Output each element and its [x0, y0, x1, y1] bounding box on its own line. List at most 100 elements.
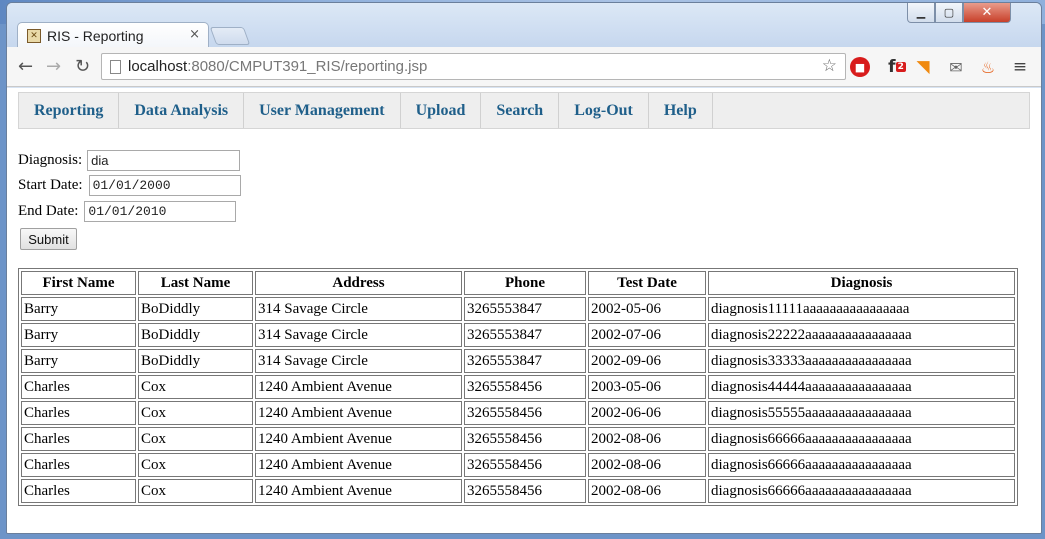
url-text: localhost:8080/CMPUT391_RIS/reporting.js… [128, 58, 428, 75]
cell-diagnosis: diagnosis22222aaaaaaaaaaaaaaaa [708, 323, 1015, 347]
cell-test-date: 2002-08-06 [588, 427, 706, 451]
address-bar[interactable]: localhost:8080/CMPUT391_RIS/reporting.js… [101, 53, 846, 80]
nav-help[interactable]: Help [649, 93, 713, 128]
browser-tab[interactable]: ✕ RIS - Reporting × [17, 22, 209, 48]
table-row: Charles Cox 1240 Ambient Avenue 3265558456 2… [21, 375, 1015, 399]
table-row: Barry BoDiddly 314 Savage Circle 3265553847… [21, 323, 1015, 347]
fire-extension-icon[interactable]: ♨ [977, 56, 999, 78]
table-row: Charles Cox 1240 Ambient Avenue 3265558456 2… [21, 479, 1015, 503]
cell-last-name: Cox [138, 427, 253, 451]
reload-icon[interactable]: ↻ [75, 56, 90, 77]
cell-diagnosis: diagnosis11111aaaaaaaaaaaaaaaa [708, 297, 1015, 321]
table-row: Charles Cox 1240 Ambient Avenue 3265558456 2… [21, 453, 1015, 477]
cell-address: 1240 Ambient Avenue [255, 375, 462, 399]
tab-close-icon[interactable]: × [189, 27, 200, 42]
nav-logout[interactable]: Log-Out [559, 93, 649, 128]
cell-test-date: 2002-05-06 [588, 297, 706, 321]
header-phone: Phone [464, 271, 586, 295]
cell-test-date: 2002-06-06 [588, 401, 706, 425]
maximize-icon: ▢ [943, 6, 955, 19]
bookmark-star-icon[interactable]: ☆ [822, 56, 837, 76]
cell-phone: 3265558456 [464, 453, 586, 477]
rss-icon[interactable]: ◥ [912, 56, 934, 78]
close-icon: ✕ [981, 5, 993, 20]
browser-window: ✕ RIS - Reporting × ▁ ▢ ✕ ← → ↻ localhos… [6, 2, 1042, 534]
cell-phone: 3265553847 [464, 349, 586, 373]
diagnosis-input[interactable] [87, 150, 241, 171]
mail-icon[interactable]: ✉ [945, 56, 967, 78]
start-date-label: Start Date: [18, 177, 83, 193]
cell-phone: 3265558456 [464, 427, 586, 451]
cell-diagnosis: diagnosis66666aaaaaaaaaaaaaaaa [708, 427, 1015, 451]
cell-address: 314 Savage Circle [255, 349, 462, 373]
header-first-name: First Name [21, 271, 136, 295]
cell-last-name: BoDiddly [138, 297, 253, 321]
cell-diagnosis: diagnosis55555aaaaaaaaaaaaaaaa [708, 401, 1015, 425]
cell-first-name: Charles [21, 375, 136, 399]
cell-phone: 3265558456 [464, 375, 586, 399]
header-diagnosis: Diagnosis [708, 271, 1015, 295]
minimize-icon: ▁ [916, 6, 926, 19]
diagnosis-row: Diagnosis: [18, 150, 241, 171]
cell-address: 314 Savage Circle [255, 323, 462, 347]
back-arrow-icon[interactable]: ← [18, 56, 33, 77]
tab-title: RIS - Reporting [47, 27, 144, 44]
browser-toolbar: ← → ↻ localhost:8080/CMPUT391_RIS/report… [7, 47, 1041, 87]
cell-last-name: Cox [138, 479, 253, 503]
cell-last-name: Cox [138, 453, 253, 477]
stop-extension-icon[interactable]: ■ [850, 57, 870, 77]
f2-extension-icon[interactable]: f2 [886, 56, 908, 78]
submit-button[interactable]: Submit [20, 228, 77, 250]
site-nav: Reporting Data Analysis User Management … [18, 92, 1030, 129]
cell-first-name: Barry [21, 323, 136, 347]
browser-menu-icon[interactable]: ≡ [1009, 56, 1031, 78]
header-last-name: Last Name [138, 271, 253, 295]
table-row: Barry BoDiddly 314 Savage Circle 3265553847… [21, 349, 1015, 373]
cell-first-name: Barry [21, 349, 136, 373]
nav-upload[interactable]: Upload [401, 93, 482, 128]
page-content: Reporting Data Analysis User Management … [7, 88, 1041, 533]
nav-user-management[interactable]: User Management [244, 93, 401, 128]
table-row: Charles Cox 1240 Ambient Avenue 3265558456 2… [21, 401, 1015, 425]
ris-favicon-icon: ✕ [27, 28, 41, 43]
table-body: Barry BoDiddly 314 Savage Circle 3265553847… [21, 297, 1015, 503]
maximize-button[interactable]: ▢ [935, 3, 963, 23]
cell-phone: 3265558456 [464, 479, 586, 503]
nav-search[interactable]: Search [481, 93, 560, 128]
table-row: Barry BoDiddly 314 Savage Circle 3265553847… [21, 297, 1015, 321]
results-table: First Name Last Name Address Phone Test … [18, 268, 1018, 506]
cell-phone: 3265558456 [464, 401, 586, 425]
cell-last-name: Cox [138, 401, 253, 425]
header-address: Address [255, 271, 462, 295]
table-row: Charles Cox 1240 Ambient Avenue 3265558456 2… [21, 427, 1015, 451]
new-tab-button[interactable] [209, 27, 251, 45]
cell-first-name: Charles [21, 427, 136, 451]
cell-diagnosis: diagnosis66666aaaaaaaaaaaaaaaa [708, 479, 1015, 503]
cell-test-date: 2002-07-06 [588, 323, 706, 347]
nav-data-analysis[interactable]: Data Analysis [119, 93, 245, 128]
table-header-row: First Name Last Name Address Phone Test … [21, 271, 1015, 295]
forward-arrow-icon[interactable]: → [46, 56, 61, 77]
cell-first-name: Charles [21, 453, 136, 477]
cell-phone: 3265553847 [464, 323, 586, 347]
cell-test-date: 2002-08-06 [588, 453, 706, 477]
close-window-button[interactable]: ✕ [963, 3, 1011, 23]
end-date-row: End Date: [18, 201, 237, 222]
end-date-label: End Date: [18, 203, 79, 219]
cell-diagnosis: diagnosis44444aaaaaaaaaaaaaaaa [708, 375, 1015, 399]
start-date-row: Start Date: [18, 175, 241, 196]
cell-last-name: Cox [138, 375, 253, 399]
cell-test-date: 2002-08-06 [588, 479, 706, 503]
end-date-input[interactable] [84, 201, 237, 222]
browser-titlebar: ✕ RIS - Reporting × ▁ ▢ ✕ [7, 3, 1041, 48]
cell-address: 314 Savage Circle [255, 297, 462, 321]
start-date-input[interactable] [88, 175, 241, 196]
cell-diagnosis: diagnosis66666aaaaaaaaaaaaaaaa [708, 453, 1015, 477]
page-icon [110, 59, 121, 74]
nav-reporting[interactable]: Reporting [19, 93, 120, 128]
cell-last-name: BoDiddly [138, 349, 253, 373]
cell-first-name: Charles [21, 479, 136, 503]
cell-address: 1240 Ambient Avenue [255, 479, 462, 503]
cell-address: 1240 Ambient Avenue [255, 427, 462, 451]
minimize-button[interactable]: ▁ [907, 3, 935, 23]
